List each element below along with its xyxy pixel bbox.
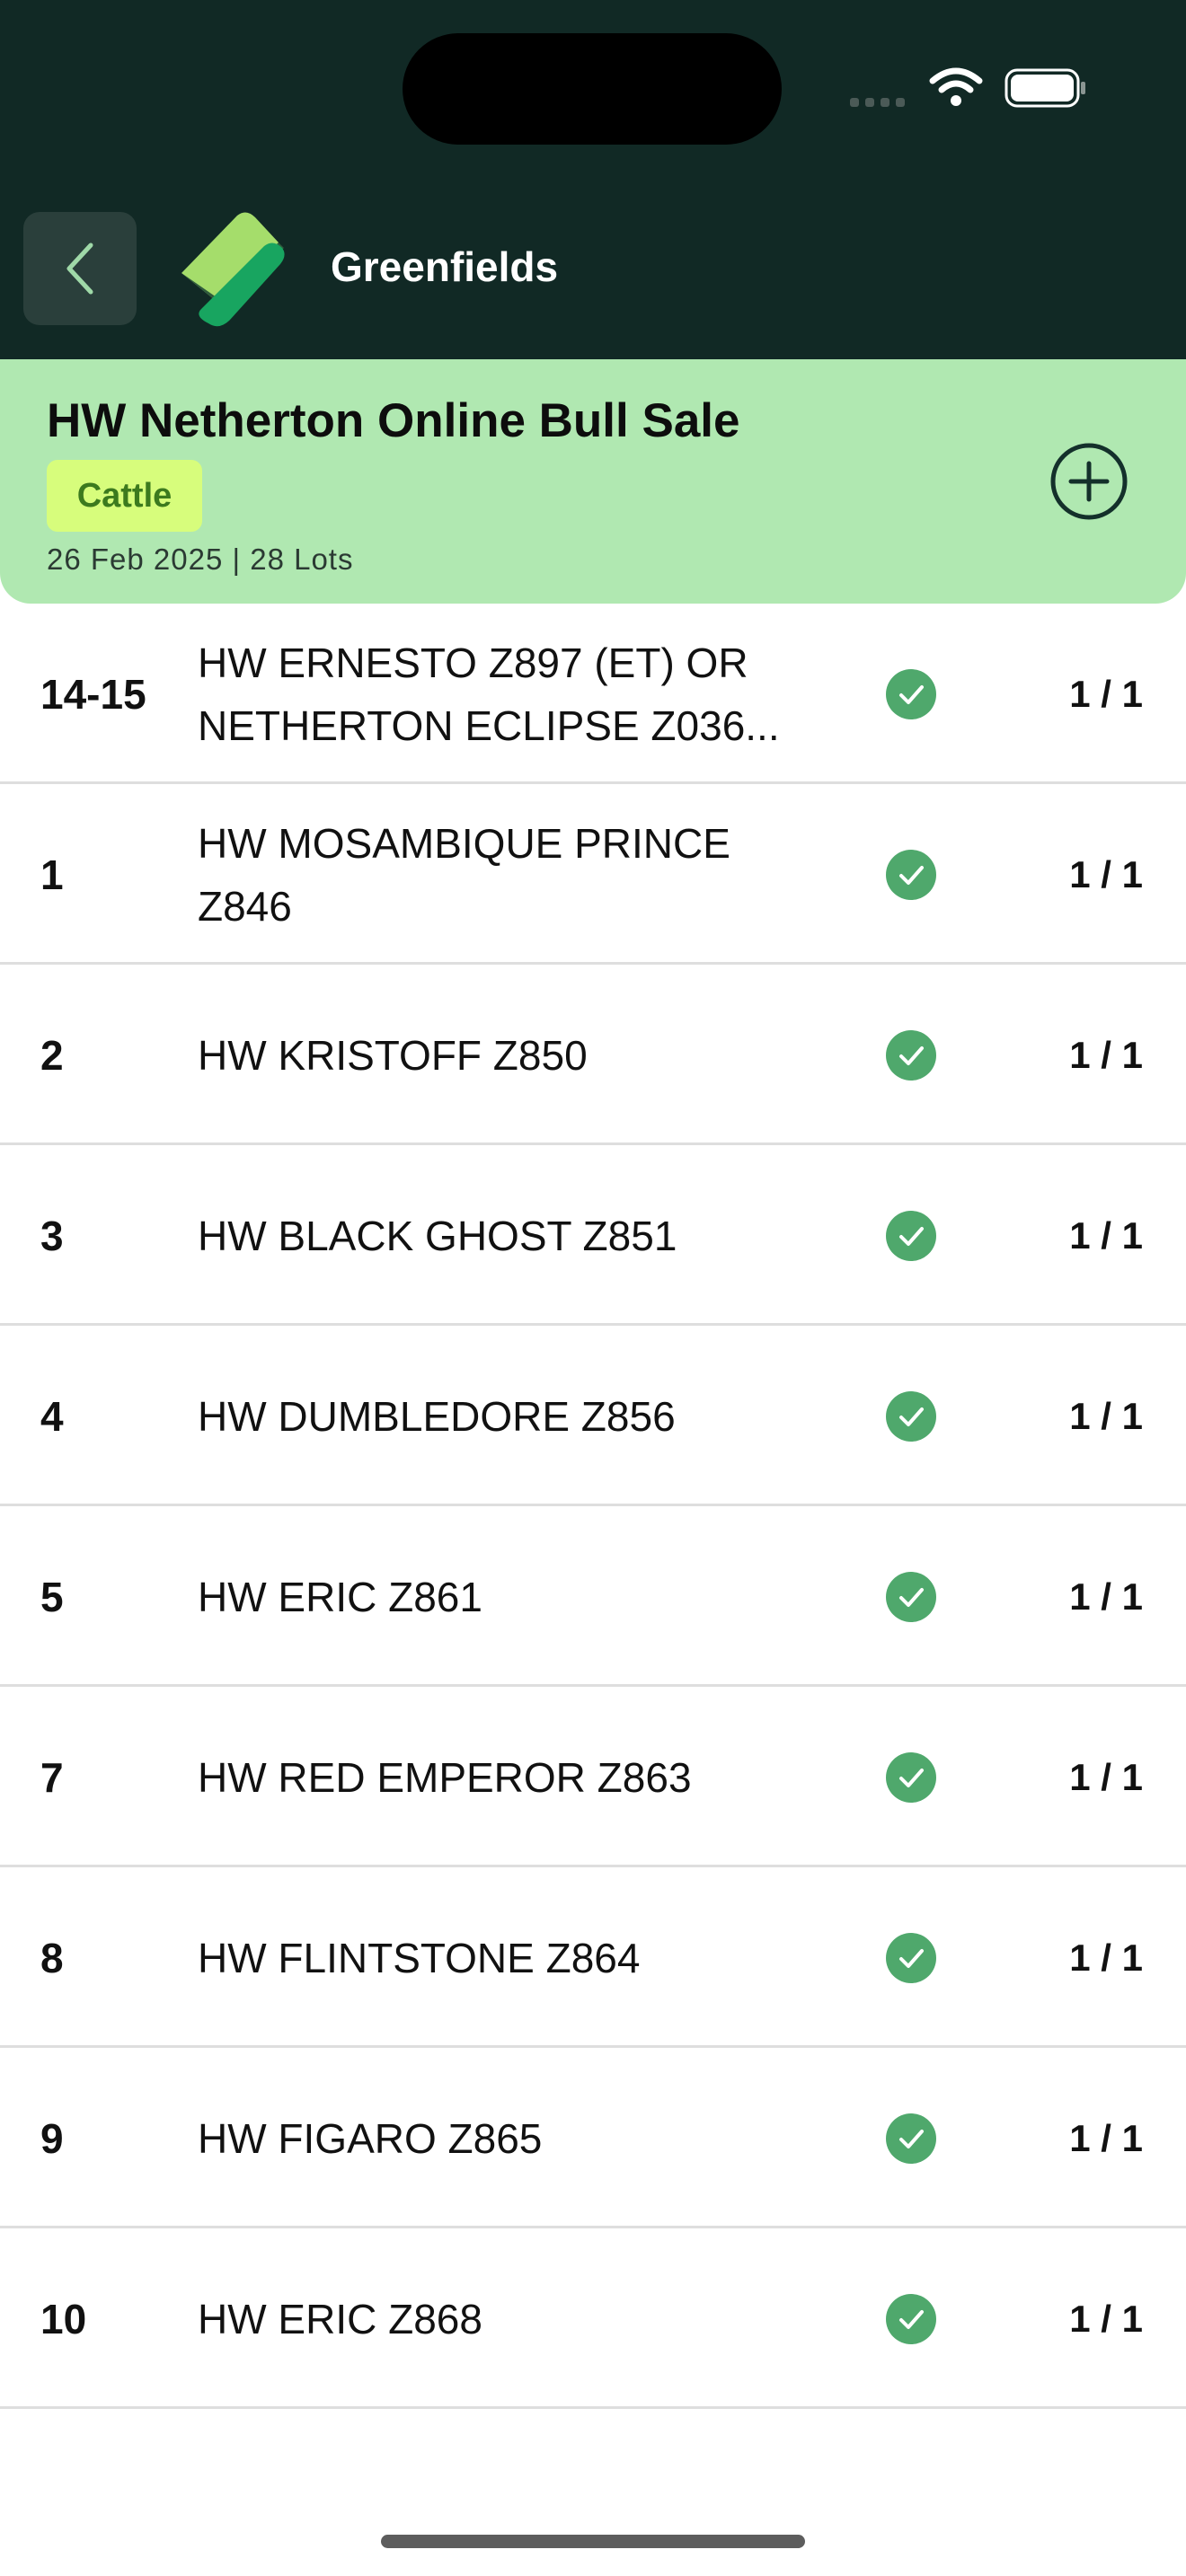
lot-name-text: HW FLINTSTONE Z864 [198,1934,641,1981]
lot-name: HW KRISTOFF Z850 [198,965,818,1145]
check-circle-icon [886,850,936,900]
lot-quantity: 1 / 1 [1069,852,1143,895]
lot-name: HW RED EMPEROR Z863 [198,1687,818,1867]
greenfields-logo [181,212,285,327]
lot-name-text: HW MOSAMBIQUE PRINCE Z846 [198,819,730,930]
lot-row[interactable]: 2 HW KRISTOFF Z850 1 / 1 [0,965,1186,1145]
lot-quantity: 1 / 1 [1069,1575,1143,1618]
lot-number: 10 [40,2295,87,2342]
dynamic-island [403,33,782,145]
lot-row[interactable]: 14-15 HW ERNESTO Z897 (ET) OR NETHERTON E… [0,604,1186,784]
app-header: Greenfields [0,0,1186,359]
lot-name-text: HW FIGARO Z865 [198,2114,543,2162]
lot-name: HW FIGARO Z865 [198,2048,818,2228]
category-badge: Cattle [47,460,202,532]
lot-row[interactable]: 5 HW ERIC Z861 1 / 1 [0,1506,1186,1687]
lot-quantity: 1 / 1 [1069,2116,1143,2159]
lot-name-text: HW KRISTOFF Z850 [198,1031,588,1079]
plus-circle-icon[interactable] [1049,442,1128,521]
lot-row[interactable]: 8 HW FLINTSTONE Z864 1 / 1 [0,1867,1186,2048]
lot-name-text: HW BLACK GHOST Z851 [198,1212,677,1259]
back-button[interactable] [23,212,137,325]
check-circle-icon [886,1030,936,1081]
lot-row[interactable]: 7 HW RED EMPEROR Z863 1 / 1 [0,1687,1186,1867]
check-circle-icon [886,1933,936,1983]
lot-row[interactable]: 10 HW ERIC Z868 1 / 1 [0,2228,1186,2409]
lot-name-text: HW ERIC Z868 [198,2295,482,2342]
lot-quantity: 1 / 1 [1069,2297,1143,2340]
lot-name-text: HW RED EMPEROR Z863 [198,1753,692,1801]
check-circle-icon [886,1572,936,1622]
lot-name-text: HW ERIC Z861 [198,1573,482,1620]
check-circle-icon [886,1391,936,1442]
check-circle-icon [886,2113,936,2164]
lot-name-text: HW ERNESTO Z897 (ET) OR NETHERTON ECLIPS… [198,639,780,749]
lot-number: 2 [40,1031,64,1079]
lot-quantity: 1 / 1 [1069,1936,1143,1979]
lot-number: 9 [40,2114,64,2162]
sale-title: HW Netherton Online Bull Sale [47,394,740,447]
sale-date-lots: 26 Feb 2025 | 28 Lots [47,543,354,576]
check-circle-icon [886,1752,936,1803]
lot-row[interactable]: 3 HW BLACK GHOST Z851 1 / 1 [0,1145,1186,1326]
wifi-icon [929,67,983,106]
lot-list: 14-15 HW ERNESTO Z897 (ET) OR NETHERTON E… [0,604,1186,2409]
lot-row[interactable]: 4 HW DUMBLEDORE Z856 1 / 1 [0,1326,1186,1506]
lot-name: HW MOSAMBIQUE PRINCE Z846 [198,784,818,965]
chevron-left-icon [66,243,93,295]
lot-row[interactable]: 1 HW MOSAMBIQUE PRINCE Z846 1 / 1 [0,784,1186,965]
lot-quantity: 1 / 1 [1069,672,1143,715]
lot-number: 1 [40,851,64,898]
lot-row[interactable]: 9 HW FIGARO Z865 1 / 1 [0,2048,1186,2228]
lot-quantity: 1 / 1 [1069,1213,1143,1257]
lot-name: HW BLACK GHOST Z851 [198,1145,818,1326]
home-indicator[interactable] [381,2535,805,2548]
lot-name: HW DUMBLEDORE Z856 [198,1326,818,1506]
lot-quantity: 1 / 1 [1069,1755,1143,1798]
lot-quantity: 1 / 1 [1069,1033,1143,1076]
lot-number: 14-15 [40,670,146,718]
lot-name: HW FLINTSTONE Z864 [198,1867,818,2048]
cellular-signal-icon [850,95,911,111]
sale-summary-card: HW Netherton Online Bull Sale Cattle 26 … [0,359,1186,604]
lot-name: HW ERIC Z861 [198,1506,818,1687]
lot-number: 4 [40,1392,64,1440]
lot-quantity: 1 / 1 [1069,1394,1143,1437]
check-circle-icon [886,669,936,719]
lot-name: HW ERIC Z868 [198,2228,818,2409]
check-circle-icon [886,1211,936,1261]
lot-number: 8 [40,1934,64,1981]
lot-number: 7 [40,1753,64,1801]
lot-number: 5 [40,1573,64,1620]
lot-name: HW ERNESTO Z897 (ET) OR NETHERTON ECLIPS… [198,604,818,784]
check-circle-icon [886,2294,936,2344]
lot-number: 3 [40,1212,64,1259]
brand-name: Greenfields [331,243,559,290]
battery-icon [1005,68,1085,108]
lot-name-text: HW DUMBLEDORE Z856 [198,1392,676,1440]
